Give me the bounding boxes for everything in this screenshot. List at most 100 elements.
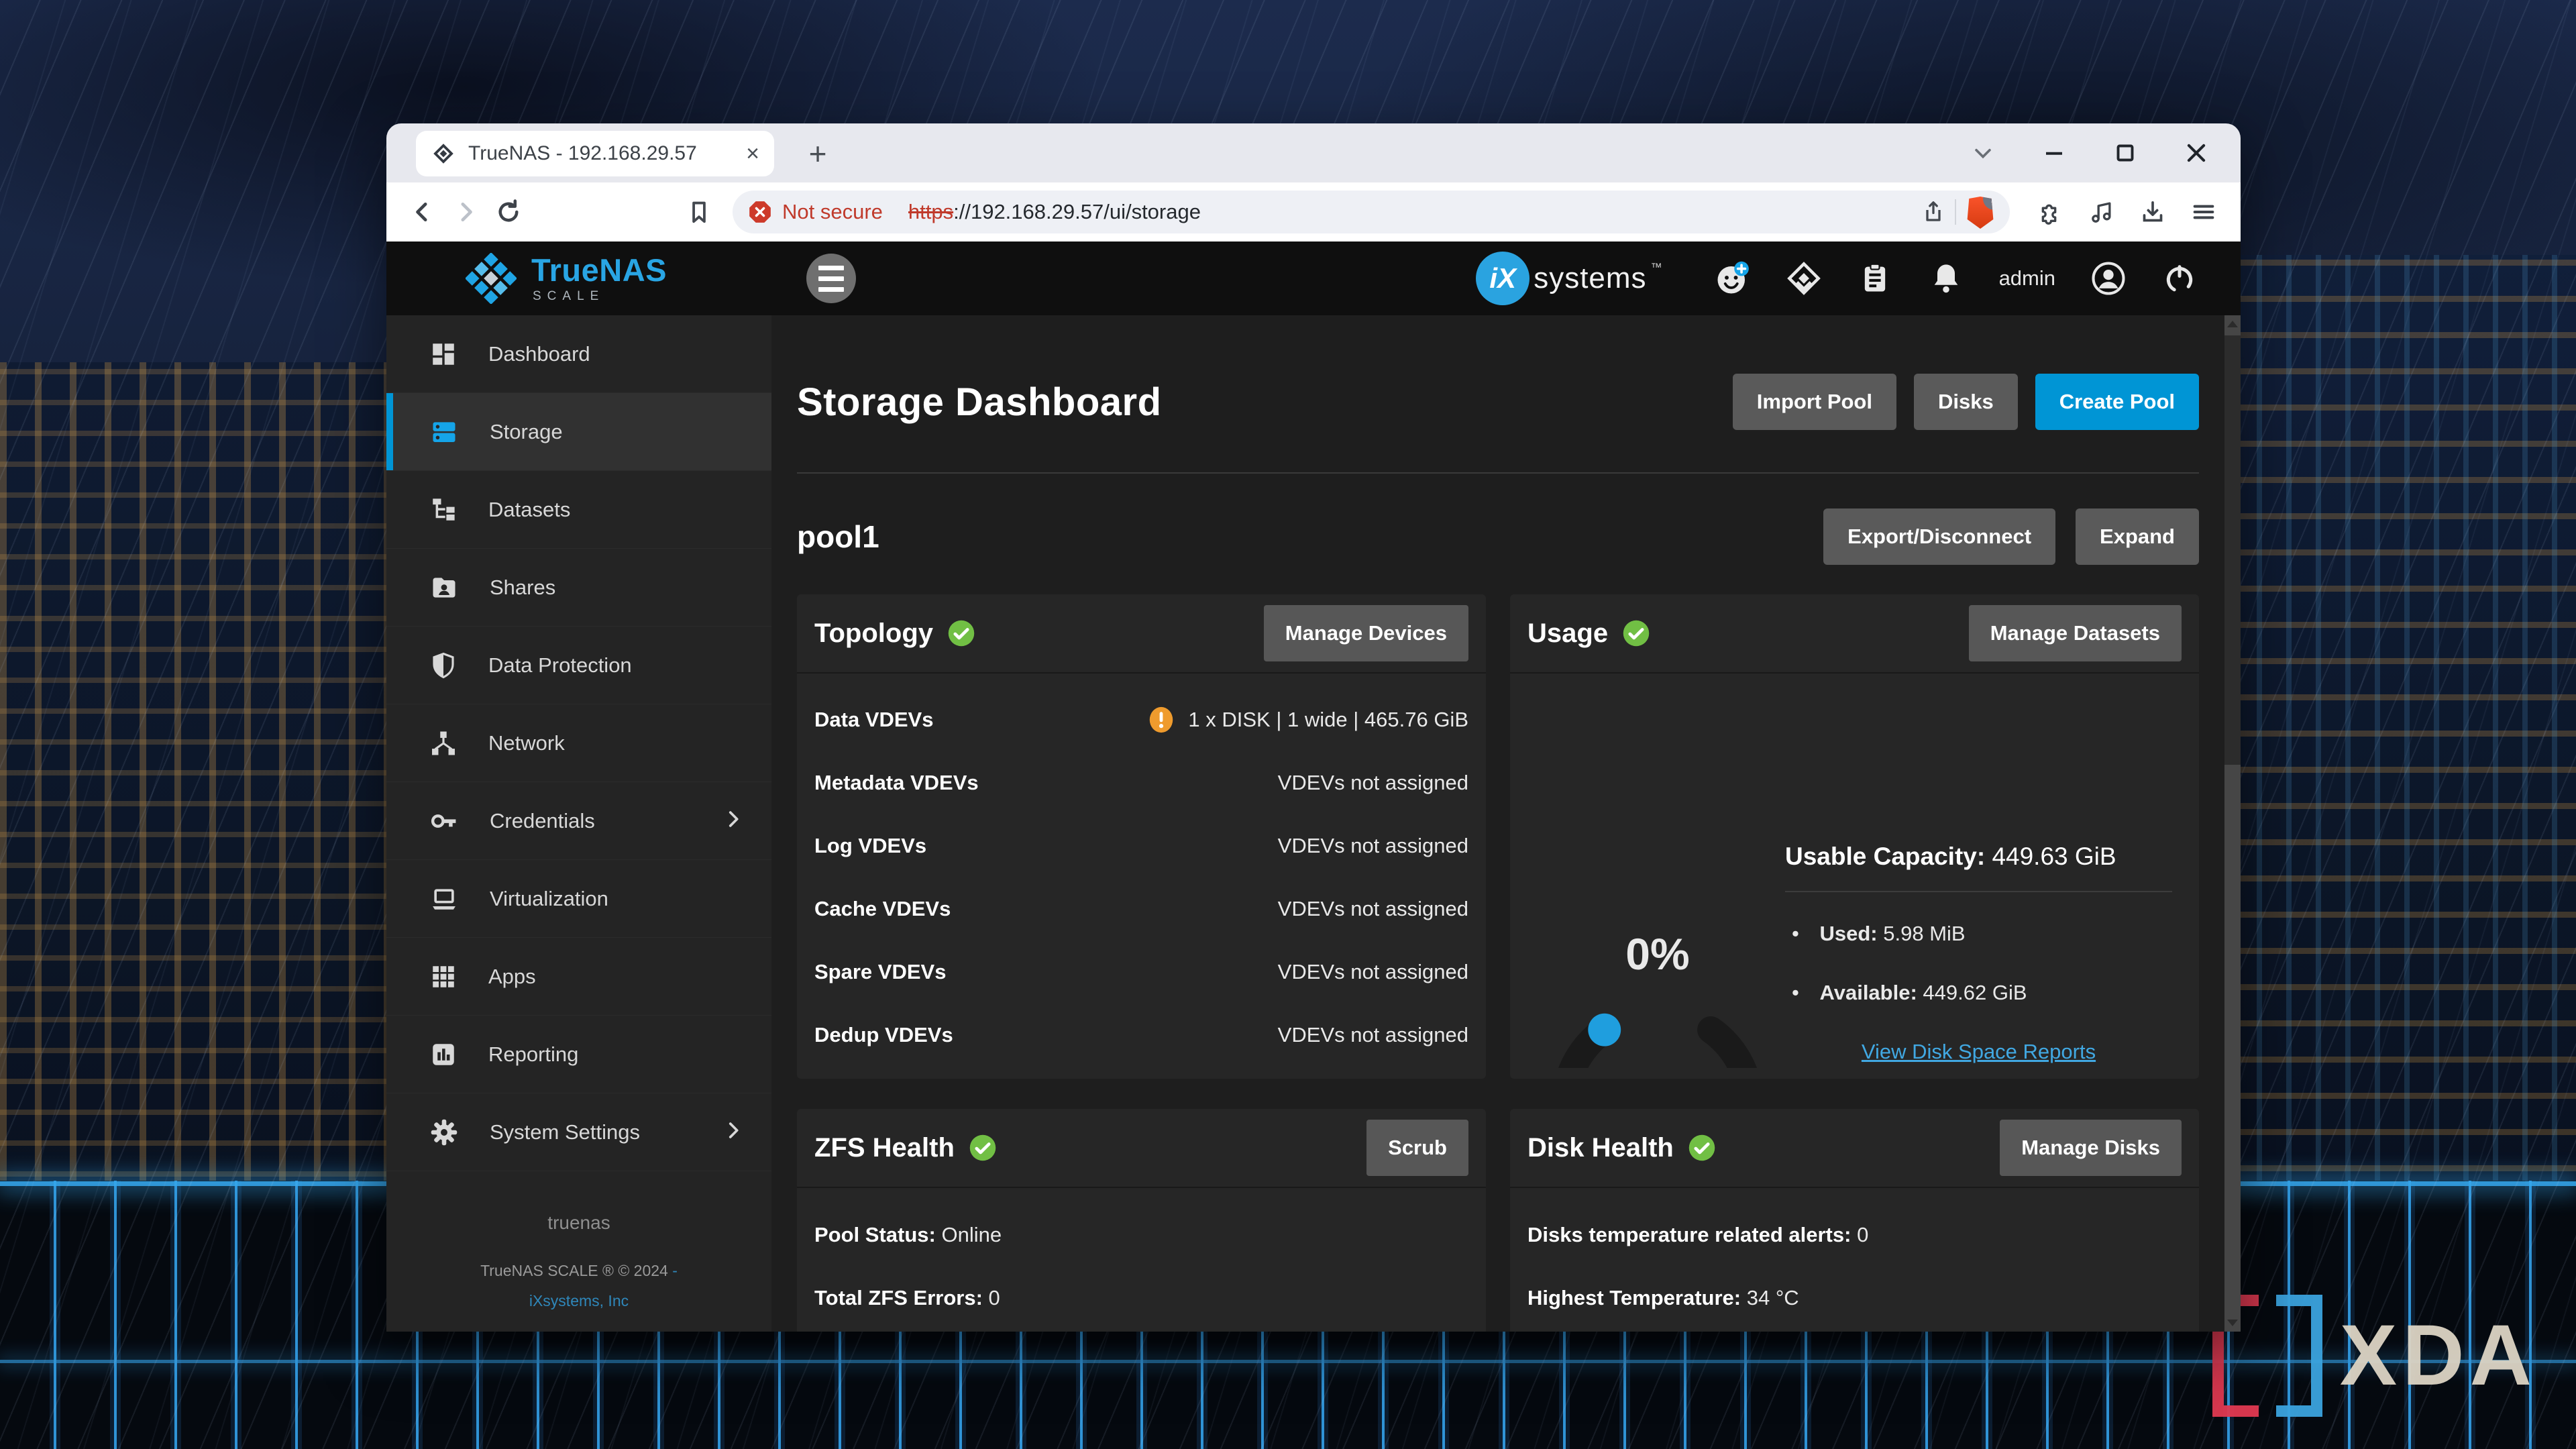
share-icon[interactable] (1921, 200, 1945, 224)
sidebar-item-datasets[interactable]: Datasets (386, 471, 771, 549)
desktop: XDA TrueNAS - 192.168.29.57 × + (0, 0, 2576, 1449)
sidebar-item-label: Data Protection (488, 653, 632, 678)
sidebar-item-label: System Settings (490, 1120, 640, 1144)
truenas-topbar: TrueNAS SCALE iX systems ™ (386, 241, 2241, 315)
truenas-favicon (431, 141, 456, 166)
minimize-button[interactable] (2041, 140, 2068, 166)
new-tab-button[interactable]: + (797, 133, 839, 174)
manage-datasets-button[interactable]: Manage Datasets (1969, 605, 2182, 661)
status-ok-icon (947, 619, 976, 648)
sidebar-item-shares[interactable]: Shares (386, 549, 771, 627)
media-icon[interactable] (2082, 193, 2121, 231)
sidebar-item-virtualization[interactable]: Virtualization (386, 860, 771, 938)
tab-search-icon[interactable] (1970, 140, 1996, 166)
usage-percent: 0% (1544, 840, 1772, 1068)
xda-watermark: XDA (2212, 1295, 2537, 1417)
manage-disks-button[interactable]: Manage Disks (2000, 1120, 2182, 1176)
available-line: Available: 449.62 GiB (1785, 981, 2172, 1005)
dashboard-icon (429, 340, 458, 368)
chevron-right-icon (722, 808, 745, 834)
close-button[interactable] (2183, 140, 2210, 166)
user-avatar-icon[interactable] (2090, 260, 2127, 297)
header-divider (797, 472, 2199, 474)
gear-icon (429, 1118, 459, 1147)
address-bar[interactable]: Not secure https://192.168.29.57/ui/stor… (733, 191, 2010, 233)
wallpaper-buildings-left (0, 362, 402, 1208)
tab-strip: TrueNAS - 192.168.29.57 × + (386, 123, 2241, 182)
extensions-icon[interactable] (2031, 193, 2070, 231)
menu-icon[interactable] (2184, 193, 2223, 231)
scrollbar-thumb[interactable] (2224, 335, 2241, 765)
sidebar-item-network[interactable]: Network (386, 704, 771, 782)
xda-watermark-text: XDA (2340, 1313, 2537, 1399)
forward-button[interactable] (447, 193, 484, 231)
topology-row: Log VDEVsVDEVs not assigned (814, 814, 1468, 877)
network-icon (429, 729, 458, 757)
page-title: Storage Dashboard (797, 380, 1162, 425)
sidebar-item-label: Shares (490, 576, 555, 600)
usage-divider (1785, 891, 2172, 892)
sidebar-item-storage[interactable]: Storage (386, 393, 771, 471)
disks-button[interactable]: Disks (1914, 374, 2018, 430)
not-secure-label: Not secure (782, 200, 883, 224)
storage-icon (429, 417, 459, 447)
sidebar-item-dashboard[interactable]: Dashboard (386, 315, 771, 393)
hostname-label: truenas (386, 1214, 771, 1232)
sidebar-item-reporting[interactable]: Reporting (386, 1016, 771, 1093)
export-disconnect-button[interactable]: Export/Disconnect (1823, 508, 2055, 565)
usable-capacity: Usable Capacity: 449.63 GiB (1785, 843, 2172, 871)
highest-temp-line: Highest Temperature: 34 °C (1527, 1286, 2182, 1310)
scroll-up-arrow[interactable] (2227, 321, 2238, 327)
browser-tab[interactable]: TrueNAS - 192.168.29.57 × (416, 131, 774, 176)
ixsystems-link[interactable]: iXsystems, Inc (386, 1293, 771, 1309)
import-pool-button[interactable]: Import Pool (1733, 374, 1896, 430)
shield-icon (429, 651, 458, 680)
power-icon[interactable] (2161, 260, 2198, 297)
datasets-icon (429, 496, 458, 524)
sidebar-item-label: Apps (488, 965, 536, 989)
sidebar-item-credentials[interactable]: Credentials (386, 782, 771, 860)
pool-name: pool1 (797, 519, 879, 555)
bar-chart-icon (429, 1040, 458, 1069)
usage-card: Usage Manage Datasets (1510, 594, 2199, 1079)
sidebar-item-label: Datasets (488, 498, 570, 522)
scrub-button[interactable]: Scrub (1366, 1120, 1468, 1176)
topbar-actions: iX systems ™ (1476, 252, 2241, 305)
sidebar-item-apps[interactable]: Apps (386, 938, 771, 1016)
topology-row: Cache VDEVsVDEVs not assigned (814, 877, 1468, 941)
scroll-down-arrow[interactable] (2227, 1320, 2238, 1326)
jobs-icon[interactable] (1857, 260, 1893, 297)
manage-devices-button[interactable]: Manage Devices (1264, 605, 1468, 661)
alerts-bell-icon[interactable] (1928, 260, 1964, 297)
brand-sub: SCALE (533, 290, 667, 303)
feedback-icon[interactable] (1715, 260, 1751, 297)
truenas-page: TrueNAS SCALE iX systems ™ (386, 241, 2241, 1332)
sidenav-toggle-icon[interactable] (806, 254, 856, 303)
disk-space-reports-link[interactable]: View Disk Space Reports (1785, 1040, 2172, 1064)
truenas-logo[interactable]: TrueNAS SCALE (386, 253, 771, 304)
maximize-button[interactable] (2112, 140, 2139, 166)
expand-button[interactable]: Expand (2076, 508, 2199, 565)
disk-health-title: Disk Health (1527, 1133, 1674, 1163)
sidebar-item-label: Network (488, 731, 565, 755)
topology-row: Data VDEVs 1 x DISK | 1 wide | 465.76 Gi… (814, 688, 1468, 751)
sidebar-item-label: Credentials (490, 809, 595, 833)
back-button[interactable] (404, 193, 441, 231)
truecommand-icon[interactable] (1786, 260, 1822, 297)
create-pool-button[interactable]: Create Pool (2035, 374, 2199, 430)
page-scrollbar[interactable] (2224, 315, 2241, 1332)
sidebar-item-system-settings[interactable]: System Settings (386, 1093, 771, 1171)
brave-shield-icon[interactable]: 1 (1966, 195, 1995, 229)
zfs-health-card: ZFS Health Scrub Pool Status: Online (797, 1109, 1486, 1332)
tab-close-icon[interactable]: × (746, 142, 759, 165)
ix-trademark: ™ (1651, 261, 1662, 274)
url-scheme: https (908, 200, 953, 223)
downloads-icon[interactable] (2133, 193, 2172, 231)
bookmark-icon[interactable] (680, 193, 718, 231)
sidebar-item-data-protection[interactable]: Data Protection (386, 627, 771, 704)
tab-title: TrueNAS - 192.168.29.57 (468, 142, 734, 165)
reload-button[interactable] (490, 193, 527, 231)
topology-row: Dedup VDEVsVDEVs not assigned (814, 1004, 1468, 1067)
ix-mark: iX (1476, 252, 1529, 305)
ix-name: systems (1534, 262, 1646, 295)
